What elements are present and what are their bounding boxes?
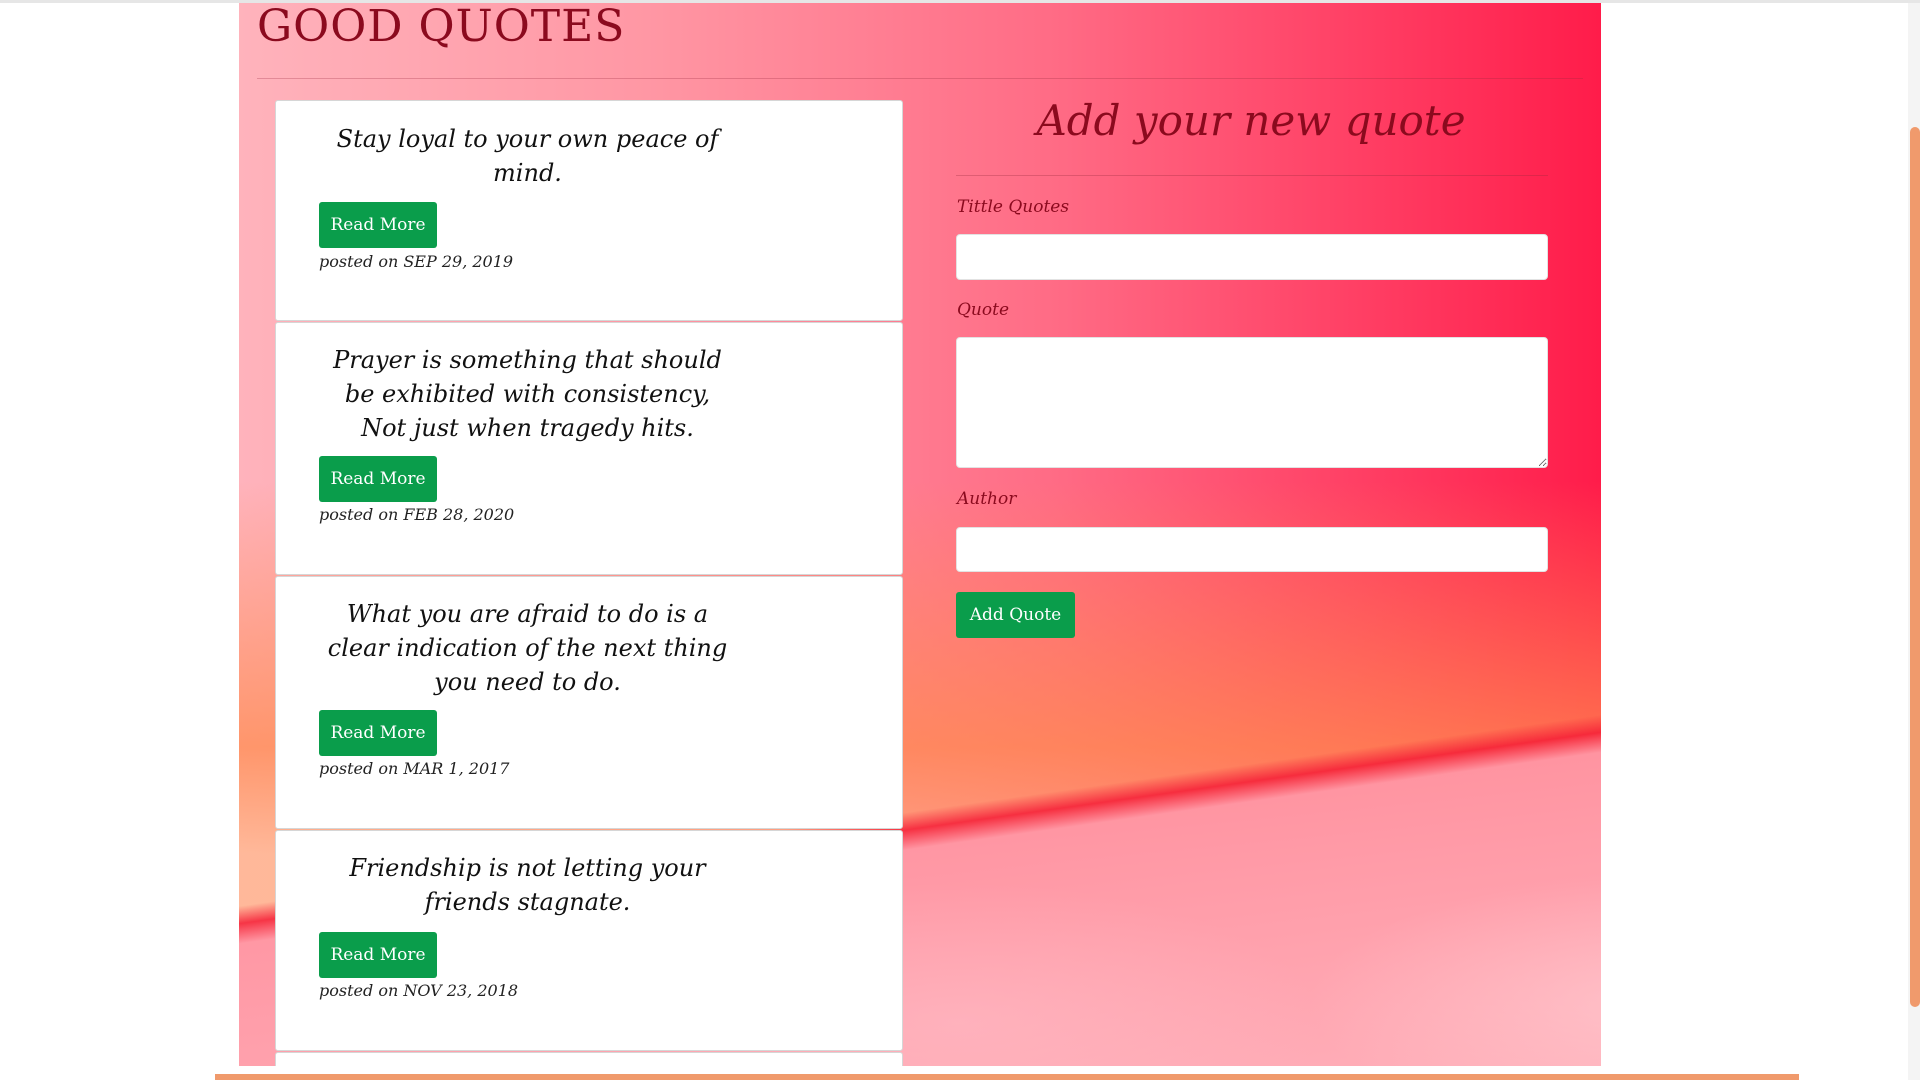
add-quote-button[interactable]: Add Quote: [956, 592, 1075, 638]
title-input[interactable]: [956, 234, 1548, 280]
post-date: FEB 28, 2020: [403, 505, 515, 524]
read-more-button[interactable]: Read More: [319, 710, 437, 756]
posted-date: posted on MAR 1, 2017: [319, 759, 509, 778]
scrollbar-thumb[interactable]: [1910, 127, 1920, 1007]
quote-card-partial: [275, 1052, 903, 1066]
header-divider: [257, 78, 1583, 79]
quote-card: Prayer is something that should be exhib…: [275, 322, 903, 575]
quote-text: Stay loyal to your own peace of mind.: [336, 125, 719, 187]
quote-text: What you are afraid to do is a clear ind…: [327, 600, 728, 696]
form-divider: [956, 175, 1548, 176]
read-more-button[interactable]: Read More: [319, 932, 437, 978]
quote-card: Friendship is not letting your friends s…: [275, 830, 903, 1051]
post-date: MAR 1, 2017: [403, 759, 510, 778]
quote-card: Stay loyal to your own peace of mind. Re…: [275, 100, 903, 321]
author-label: Author: [957, 489, 1017, 509]
posted-prefix: posted on: [319, 252, 399, 271]
main-container: GOOD QUOTES Stay loyal to your own peace…: [239, 3, 1601, 1066]
horizontal-scroll-thumb[interactable]: [215, 1074, 1799, 1080]
quote-list: Stay loyal to your own peace of mind. Re…: [275, 100, 903, 1066]
read-more-button[interactable]: Read More: [319, 202, 437, 248]
posted-date: posted on NOV 23, 2018: [319, 981, 518, 1000]
posted-date: posted on FEB 28, 2020: [319, 505, 514, 524]
site-title[interactable]: GOOD QUOTES: [257, 3, 625, 52]
posted-prefix: posted on: [319, 505, 399, 524]
title-label: Tittle Quotes: [957, 197, 1070, 217]
quote-textarea[interactable]: [956, 337, 1548, 468]
form-title: Add your new quote: [1036, 96, 1466, 145]
post-date: SEP 29, 2019: [403, 252, 514, 271]
posted-prefix: posted on: [319, 981, 399, 1000]
quote-text: Friendship is not letting your friends s…: [349, 854, 706, 916]
read-more-button[interactable]: Read More: [319, 456, 437, 502]
posted-prefix: posted on: [319, 759, 399, 778]
quote-text: Prayer is something that should be exhib…: [333, 346, 722, 442]
quote-label: Quote: [957, 300, 1010, 320]
quote-card: What you are afraid to do is a clear ind…: [275, 576, 903, 829]
author-input[interactable]: [956, 527, 1548, 572]
posted-date: posted on SEP 29, 2019: [319, 252, 513, 271]
post-date: NOV 23, 2018: [403, 981, 519, 1000]
